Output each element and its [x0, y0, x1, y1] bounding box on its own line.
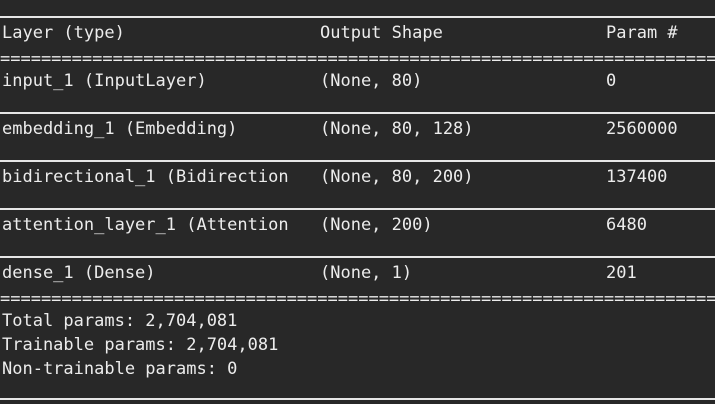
- table-row: embedding_1 (Embedding) (None, 80, 128) …: [0, 118, 715, 140]
- layer-column-header: Layer (type): [2, 23, 125, 43]
- header-row: Layer (type) Output Shape Param #: [0, 22, 715, 44]
- param-count: 6480: [606, 215, 647, 235]
- layer-name: attention_layer_1 (Attention: [2, 215, 289, 235]
- trainable-params: Trainable params: 2,704,081: [2, 335, 279, 355]
- row-divider: [0, 112, 715, 114]
- row-divider: [0, 256, 715, 258]
- param-column-header: Param #: [606, 23, 678, 43]
- row-divider: [0, 208, 715, 210]
- output-shape: (None, 80): [320, 71, 423, 91]
- output-shape: (None, 1): [320, 263, 413, 283]
- terminal-output: Layer (type) Output Shape Param # ======…: [0, 0, 715, 404]
- header-separator: ========================================…: [0, 52, 715, 66]
- output-shape: (None, 200): [320, 215, 433, 235]
- param-count: 201: [606, 263, 637, 283]
- layer-name: input_1 (InputLayer): [2, 71, 207, 91]
- layer-name: dense_1 (Dense): [2, 263, 156, 283]
- table-row: bidirectional_1 (Bidirection (None, 80, …: [0, 166, 715, 188]
- layer-name: embedding_1 (Embedding): [2, 119, 238, 139]
- param-count: 0: [606, 71, 617, 91]
- total-params: Total params: 2,704,081: [2, 311, 238, 331]
- param-count: 2560000: [606, 119, 678, 139]
- row-divider: [0, 160, 715, 162]
- output-shape-column-header: Output Shape: [320, 23, 443, 43]
- table-row: dense_1 (Dense) (None, 1) 201: [0, 262, 715, 284]
- layer-name: bidirectional_1 (Bidirection: [2, 167, 289, 187]
- non-trainable-params: Non-trainable params: 0: [2, 359, 238, 379]
- footer-separator: ========================================…: [0, 292, 715, 306]
- table-row: attention_layer_1 (Attention (None, 200)…: [0, 214, 715, 236]
- output-shape: (None, 80, 200): [320, 167, 474, 187]
- param-count: 137400: [606, 167, 668, 187]
- table-row: input_1 (InputLayer) (None, 80) 0: [0, 70, 715, 92]
- output-shape: (None, 80, 128): [320, 119, 474, 139]
- top-rule: [0, 16, 715, 18]
- bottom-rule: [0, 398, 715, 400]
